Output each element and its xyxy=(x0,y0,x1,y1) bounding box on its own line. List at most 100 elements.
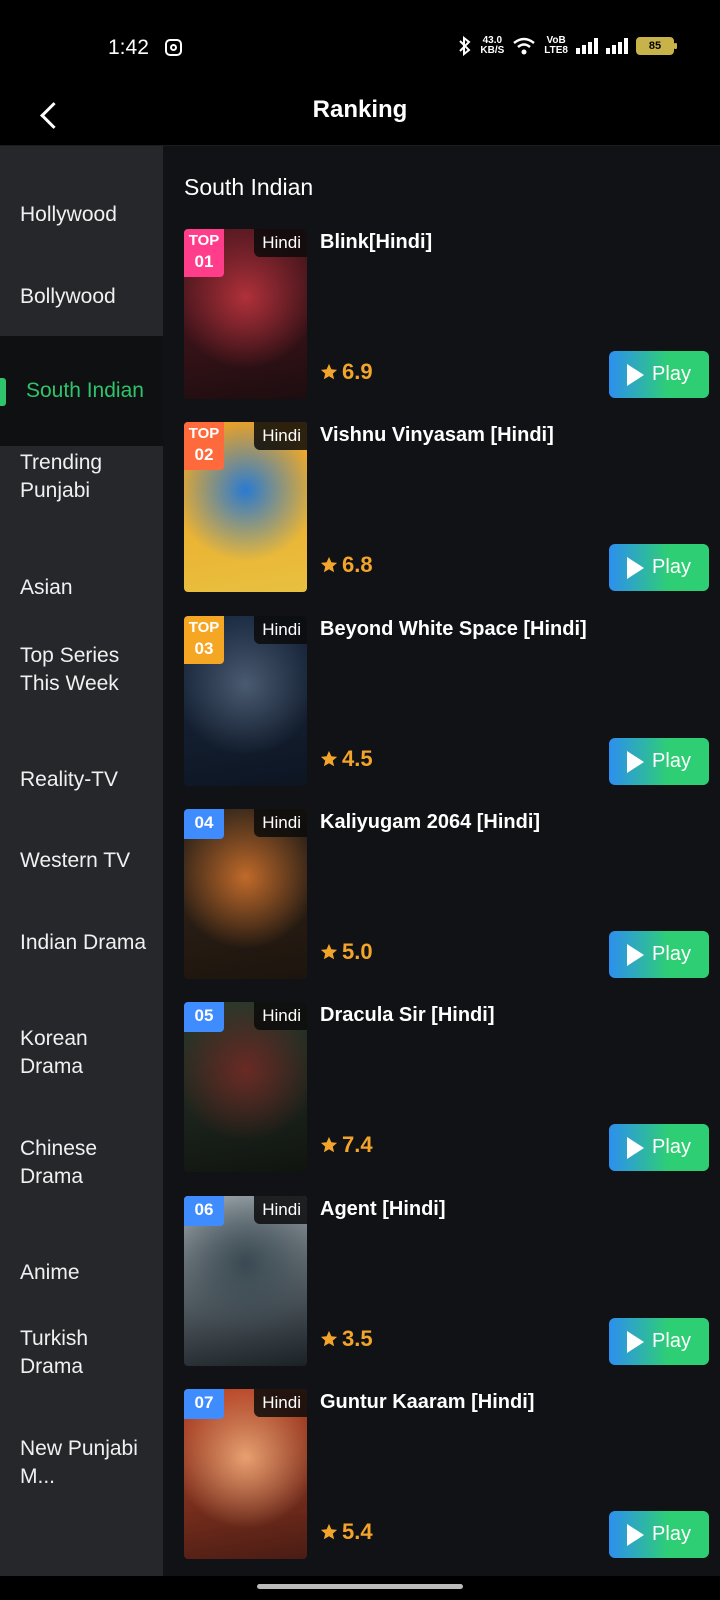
play-label: Play xyxy=(652,1523,691,1545)
movie-title[interactable]: Dracula Sir [Hindi] xyxy=(320,1004,700,1027)
play-label: Play xyxy=(652,363,691,385)
sidebar-item-label: Bollywood xyxy=(20,285,116,308)
ranking-item[interactable]: TOP 03 Hindi Beyond White Space [Hindi] … xyxy=(184,616,709,786)
rating-value: 6.8 xyxy=(342,552,373,577)
signal-icon-sim2 xyxy=(606,38,628,54)
signal-icon-sim1 xyxy=(576,38,598,54)
sidebar-item-western-tv[interactable]: Western TV xyxy=(0,830,163,892)
play-button[interactable]: Play xyxy=(609,544,709,591)
rank-badge: TOP 01 xyxy=(184,229,224,277)
rank-badge: TOP 02 xyxy=(184,422,224,470)
sidebar-item-hollywood[interactable]: Hollywood xyxy=(0,184,163,246)
home-indicator[interactable] xyxy=(257,1584,463,1589)
play-button[interactable]: Play xyxy=(609,931,709,978)
movie-title[interactable]: Kaliyugam 2064 [Hindi] xyxy=(320,811,700,834)
rank-badge: 07 xyxy=(184,1389,224,1419)
play-icon xyxy=(627,943,645,966)
language-tag: Hindi xyxy=(254,809,307,837)
sidebar-item-label: Asian xyxy=(20,576,73,599)
rating-value: 7.4 xyxy=(342,1132,373,1157)
movie-title[interactable]: Beyond White Space [Hindi] xyxy=(320,618,700,641)
movie-poster[interactable]: 04 Hindi xyxy=(184,809,307,979)
movie-title[interactable]: Vishnu Vinyasam [Hindi] xyxy=(320,424,700,447)
sidebar-item-asian[interactable]: Asian xyxy=(0,557,163,619)
play-label: Play xyxy=(652,750,691,772)
battery-icon: 85 xyxy=(636,37,677,55)
bluetooth-icon xyxy=(459,36,471,56)
movie-poster[interactable]: TOP 02 Hindi xyxy=(184,422,307,592)
sidebar-item-turkish-drama[interactable]: Turkish Drama xyxy=(0,1322,163,1384)
play-icon xyxy=(627,750,645,773)
rating: 6.9 xyxy=(320,359,373,385)
sidebar-item-reality-tv[interactable]: Reality-TV xyxy=(0,749,163,811)
movie-poster[interactable]: TOP 03 Hindi xyxy=(184,616,307,786)
play-button[interactable]: Play xyxy=(609,1124,709,1171)
ranking-item[interactable]: 07 Hindi Guntur Kaaram [Hindi] 5.4 Play xyxy=(184,1389,709,1559)
rating: 3.5 xyxy=(320,1326,373,1352)
ranking-item[interactable]: 05 Hindi Dracula Sir [Hindi] 7.4 Play xyxy=(184,1002,709,1172)
movie-title[interactable]: Blink[Hindi] xyxy=(320,231,700,254)
movie-title[interactable]: Guntur Kaaram [Hindi] xyxy=(320,1391,700,1414)
movie-poster[interactable]: 06 Hindi xyxy=(184,1196,307,1366)
sidebar-item-trending-punjabi[interactable]: Trending Punjabi xyxy=(0,446,163,508)
language-tag: Hindi xyxy=(254,229,307,257)
play-icon xyxy=(627,1136,645,1159)
status-time: 1:42 xyxy=(108,36,149,59)
rank-badge: 05 xyxy=(184,1002,224,1032)
play-button[interactable]: Play xyxy=(609,351,709,398)
play-label: Play xyxy=(652,1330,691,1352)
star-icon xyxy=(320,363,338,380)
movie-title[interactable]: Agent [Hindi] xyxy=(320,1198,700,1221)
rating: 5.0 xyxy=(320,939,373,965)
sidebar-item-anime[interactable]: Anime xyxy=(0,1242,163,1304)
category-sidebar: Hollywood Bollywood South Indian Trending P… xyxy=(0,146,163,1576)
play-icon xyxy=(627,1523,645,1546)
rating-value: 5.0 xyxy=(342,939,373,964)
ranking-item[interactable]: TOP 02 Hindi Vishnu Vinyasam [Hindi] 6.8… xyxy=(184,422,709,592)
system-navigation-bar xyxy=(0,1576,720,1600)
sidebar-item-label: New Punjabi M... xyxy=(20,1437,138,1488)
sidebar-item-korean-drama[interactable]: Korean Drama xyxy=(0,1022,163,1084)
sidebar-item-new-punjabi-m[interactable]: New Punjabi M... xyxy=(0,1432,163,1494)
sidebar-item-south-indian[interactable]: South Indian xyxy=(0,336,163,446)
play-button[interactable]: Play xyxy=(609,1511,709,1558)
rank-badge: 04 xyxy=(184,809,224,839)
movie-poster[interactable]: 07 Hindi xyxy=(184,1389,307,1559)
app-header: Ranking xyxy=(0,90,720,146)
ranking-item[interactable]: 06 Hindi Agent [Hindi] 3.5 Play xyxy=(184,1196,709,1366)
play-label: Play xyxy=(652,1136,691,1158)
play-icon xyxy=(627,1330,645,1353)
sidebar-item-label: Hollywood xyxy=(20,203,117,226)
play-button[interactable]: Play xyxy=(609,738,709,785)
play-icon xyxy=(627,363,645,386)
language-tag: Hindi xyxy=(254,422,307,450)
status-icons: 43.0 KB/S VoB LTE8 85 xyxy=(458,35,677,56)
sidebar-item-chinese-drama[interactable]: Chinese Drama xyxy=(0,1132,163,1194)
sidebar-item-top-series-this-week[interactable]: Top Series This Week xyxy=(0,639,163,701)
sidebar-item-label: Indian Drama xyxy=(20,931,147,954)
sidebar-item-label: South Indian xyxy=(26,379,144,402)
sidebar-item-label: Chinese Drama xyxy=(20,1137,98,1188)
rating-value: 3.5 xyxy=(342,1326,373,1351)
play-label: Play xyxy=(652,556,691,578)
ranking-item[interactable]: TOP 01 Hindi Blink[Hindi] 6.9 Play xyxy=(184,229,709,399)
movie-poster[interactable]: TOP 01 Hindi xyxy=(184,229,307,399)
rating: 7.4 xyxy=(320,1132,373,1158)
sidebar-item-label: Trending Punjabi xyxy=(20,451,103,502)
language-tag: Hindi xyxy=(254,1002,307,1030)
network-speed: 43.0 KB/S xyxy=(480,35,505,56)
ranking-item[interactable]: 04 Hindi Kaliyugam 2064 [Hindi] 5.0 Play xyxy=(184,809,709,979)
star-icon xyxy=(320,556,338,573)
play-label: Play xyxy=(652,943,691,965)
play-icon xyxy=(627,556,645,579)
star-icon xyxy=(320,750,338,767)
page-title: Ranking xyxy=(312,96,408,123)
sidebar-item-label: Turkish Drama xyxy=(20,1327,89,1378)
movie-poster[interactable]: 05 Hindi xyxy=(184,1002,307,1172)
sidebar-item-indian-drama[interactable]: Indian Drama xyxy=(0,912,163,974)
instagram-notification-icon xyxy=(165,39,182,56)
play-button[interactable]: Play xyxy=(609,1318,709,1365)
rating: 5.4 xyxy=(320,1519,373,1545)
sidebar-item-bollywood[interactable]: Bollywood xyxy=(0,266,163,328)
star-icon xyxy=(320,1330,338,1347)
